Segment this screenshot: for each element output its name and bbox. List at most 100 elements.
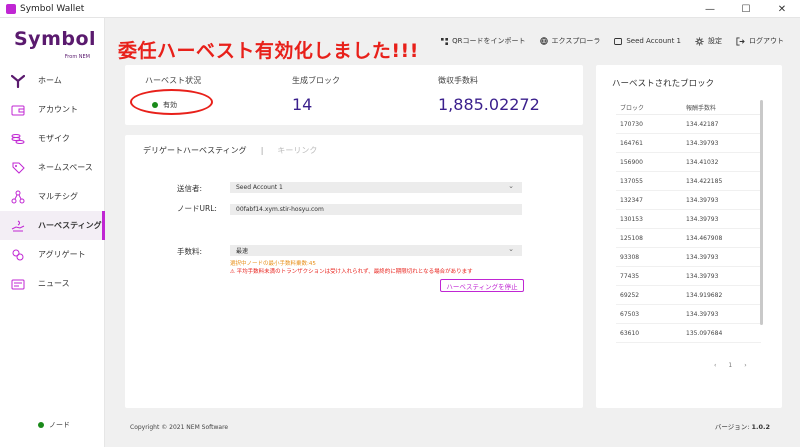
sidebar-item-mosaic[interactable]: モザイク	[0, 124, 105, 153]
logo-from: From NEM	[64, 54, 90, 60]
pager-next-button[interactable]: ›	[744, 362, 746, 369]
harvesting-icon	[10, 218, 26, 234]
block-height-cell: 132347	[620, 196, 643, 204]
sidebar-item-label: アグリゲート	[38, 250, 86, 259]
reward-fee-cell: 134.39793	[686, 196, 719, 204]
logout-button[interactable]: ログアウト	[736, 36, 784, 46]
qr-import-label: QRコードをインポート	[452, 37, 526, 45]
sidebar-item-namespace[interactable]: ネームスペース	[0, 153, 105, 182]
gear-icon	[695, 36, 704, 46]
sidebar-item-label: モザイク	[38, 134, 70, 143]
table-row[interactable]: 93308 134.39793	[616, 248, 761, 267]
sender-label: 送信者:	[177, 184, 203, 193]
column-header-fee[interactable]: 報酬手数料	[686, 103, 761, 112]
sidebar-item-aggregate[interactable]: アグリゲート	[0, 240, 105, 269]
node-status[interactable]: ノード	[38, 420, 70, 430]
sender-select[interactable]: Seed Account 1 ⌄	[230, 182, 522, 193]
symbol-logo[interactable]: Symbol From NEM	[14, 28, 96, 66]
logout-label: ログアウト	[749, 37, 784, 45]
namespace-icon	[10, 160, 26, 176]
harvested-blocks-table: ブロック 報酬手数料 170730 134.42187 164761 134.3979…	[616, 101, 761, 343]
reward-fee-cell: 134.467908	[686, 234, 723, 242]
table-row[interactable]: 69252 134.919682	[616, 286, 761, 305]
globe-icon	[539, 37, 548, 45]
settings-button[interactable]: 設定	[695, 36, 722, 46]
pager-prev-button[interactable]: ‹	[714, 362, 716, 369]
block-height-cell: 170730	[620, 120, 643, 128]
blocks-value: 14	[292, 95, 313, 114]
table-row[interactable]: 164761 134.39793	[616, 134, 761, 153]
logout-icon	[736, 36, 745, 46]
home-icon	[10, 73, 26, 89]
sidebar-item-account[interactable]: アカウント	[0, 95, 105, 124]
blocks-scrollbar[interactable]	[760, 100, 763, 325]
window-titlebar: Symbol Wallet — ☐ ✕	[0, 0, 800, 18]
min-fee-hint: 選択中ノードの最小手数料乗数:45	[230, 261, 316, 267]
page-heading: 委任ハーベスト有効化しました!!!	[118, 40, 419, 62]
table-row[interactable]: 67503 134.39793	[616, 305, 761, 324]
table-row[interactable]: 125108 134.467908	[616, 229, 761, 248]
harvested-blocks-title: ハーベストされたブロック	[612, 79, 715, 89]
pager-page-1[interactable]: 1	[728, 362, 732, 369]
tab-separator: |	[260, 146, 264, 155]
reward-fee-cell: 134.422185	[686, 177, 723, 185]
chevron-down-icon: ⌄	[508, 245, 514, 253]
block-height-cell: 77435	[620, 272, 640, 280]
table-row[interactable]: 170730 134.42187	[616, 115, 761, 134]
maximize-button[interactable]: ☐	[728, 0, 764, 18]
column-header-block[interactable]: ブロック	[616, 103, 686, 112]
wallet-icon	[614, 37, 623, 45]
harvest-status-label: ハーベスト状況	[145, 76, 202, 85]
table-row[interactable]: 137055 134.422185	[616, 172, 761, 191]
block-height-cell: 69252	[620, 291, 640, 299]
settings-label: 設定	[708, 37, 722, 45]
news-icon	[10, 276, 26, 292]
sidebar-item-news[interactable]: ニュース	[0, 269, 105, 298]
account-selector[interactable]: Seed Account 1	[614, 37, 681, 45]
harvested-blocks-card: ハーベストされたブロック ブロック 報酬手数料 170730 134.42187 1…	[596, 65, 782, 408]
node-status-label: ノード	[49, 421, 70, 429]
sidebar-item-home[interactable]: ホーム	[0, 66, 105, 95]
sidebar-item-multisig[interactable]: マルチシグ	[0, 182, 105, 211]
block-height-cell: 67503	[620, 310, 640, 318]
stop-harvesting-button[interactable]: ハーベスティングを停止	[440, 279, 524, 292]
block-height-cell: 63610	[620, 329, 640, 337]
sidebar-item-label: アカウント	[38, 105, 78, 114]
fee-select[interactable]: 最速 ⌄	[230, 245, 522, 256]
table-header: ブロック 報酬手数料	[616, 101, 761, 115]
version-value: 1.0.2	[751, 423, 770, 431]
app-icon	[6, 3, 16, 14]
explorer-button[interactable]: エクスプローラ	[539, 36, 601, 46]
tab-key-link[interactable]: キーリンク	[277, 145, 317, 156]
window-title: Symbol Wallet	[20, 3, 85, 14]
table-row[interactable]: 77435 134.39793	[616, 267, 761, 286]
sidebar: Symbol From NEM ホーム アカウント モザイク ネームスペース マ…	[0, 18, 105, 447]
mosaic-icon	[10, 131, 26, 147]
reward-fee-cell: 134.42187	[686, 120, 719, 128]
sidebar-item-label: ハーベスティング	[38, 221, 102, 230]
table-row[interactable]: 156900 134.41032	[616, 153, 761, 172]
close-button[interactable]: ✕	[764, 0, 800, 18]
tab-delegated-harvesting[interactable]: デリゲートハーベスティング	[143, 145, 247, 156]
node-url-field[interactable]: 00fabf14.xym.stir-hosyu.com	[230, 204, 522, 215]
tab-bar: デリゲートハーベスティング | キーリンク	[143, 145, 317, 156]
fee-warning: ⚠ 平均手数料未満のトランザクションは受け入れられず、最終的に期限切れとなる場合…	[230, 269, 473, 275]
table-row[interactable]: 132347 134.39793	[616, 191, 761, 210]
sidebar-nav: ホーム アカウント モザイク ネームスペース マルチシグ ハーベスティング アグ…	[0, 66, 105, 298]
harvesting-form-card: デリゲートハーベスティング | キーリンク 送信者: Seed Account …	[125, 135, 583, 408]
table-row[interactable]: 130153 134.39793	[616, 210, 761, 229]
fee-label: 手数料:	[177, 247, 203, 256]
sidebar-item-label: ニュース	[38, 279, 70, 288]
explorer-label: エクスプローラ	[551, 37, 601, 45]
qr-import-button[interactable]: QRコードをインポート	[441, 36, 526, 46]
fee-value: 最速	[236, 248, 249, 255]
block-height-cell: 130153	[620, 215, 643, 223]
chevron-down-icon: ⌄	[508, 182, 514, 190]
block-height-cell: 156900	[620, 158, 643, 166]
fees-value: 1,885.02272	[438, 95, 540, 114]
sidebar-item-harvesting[interactable]: ハーベスティング	[0, 211, 105, 240]
table-row[interactable]: 63610 135.097684	[616, 324, 761, 343]
minimize-button[interactable]: —	[692, 0, 728, 18]
reward-fee-cell: 134.39793	[686, 310, 719, 318]
fees-label: 徴収手数料	[438, 76, 478, 85]
